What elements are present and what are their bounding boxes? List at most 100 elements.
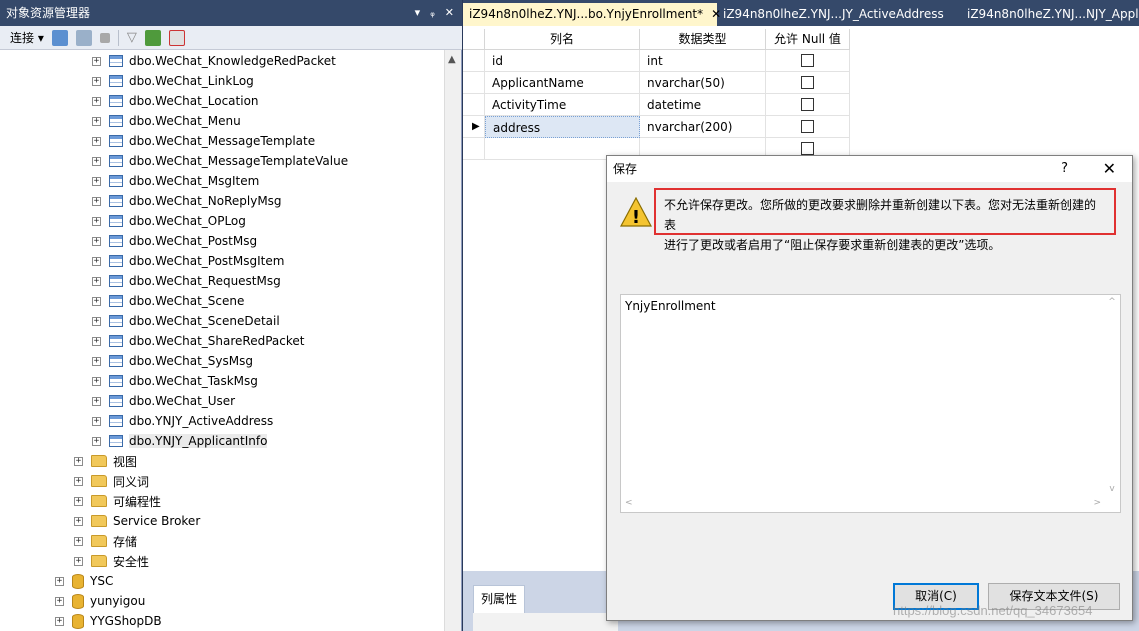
- allow-nulls-checkbox[interactable]: [801, 120, 814, 133]
- data-type-cell[interactable]: nvarchar(200): [640, 116, 766, 138]
- expand-icon[interactable]: +: [92, 356, 101, 366]
- expand-icon[interactable]: +: [92, 256, 101, 266]
- close-dialog-button[interactable]: ✕: [1103, 156, 1116, 182]
- column-row[interactable]: ▶ address nvarchar(200): [463, 116, 850, 138]
- row-selector[interactable]: [463, 50, 485, 72]
- expand-icon[interactable]: +: [92, 376, 101, 386]
- scroll-down-icon[interactable]: v: [1104, 484, 1120, 494]
- scroll-up-icon[interactable]: ^: [1104, 297, 1120, 307]
- tree-node-table[interactable]: + dbo.WeChat_PostMsgItem: [92, 251, 284, 271]
- help-button[interactable]: ?: [1061, 156, 1068, 182]
- tree-node-folder[interactable]: + 可编程性: [74, 491, 161, 511]
- column-name-cell[interactable]: id: [485, 50, 640, 72]
- tree-node-table[interactable]: + dbo.WeChat_OPLog: [92, 211, 246, 231]
- expand-icon[interactable]: +: [92, 216, 101, 226]
- allow-nulls-checkbox[interactable]: [801, 54, 814, 67]
- tree-node-folder[interactable]: + 存储: [74, 531, 137, 551]
- pin-icon[interactable]: ᵩ: [430, 0, 435, 26]
- expand-icon[interactable]: +: [92, 236, 101, 246]
- refresh-icon[interactable]: [144, 29, 161, 46]
- allow-nulls-checkbox[interactable]: [801, 142, 814, 155]
- expand-icon[interactable]: +: [92, 196, 101, 206]
- filter-icon[interactable]: ▽: [127, 30, 137, 45]
- expand-icon[interactable]: +: [92, 296, 101, 306]
- tree-node-table[interactable]: + dbo.WeChat_ShareRedPacket: [92, 331, 304, 351]
- expand-icon[interactable]: +: [92, 96, 101, 106]
- tree-node-folder[interactable]: + 安全性: [74, 551, 149, 571]
- tree-node-table[interactable]: + dbo.WeChat_Location: [92, 91, 259, 111]
- allow-nulls-checkbox[interactable]: [801, 76, 814, 89]
- disconnect-icon[interactable]: [75, 29, 92, 46]
- tree-node-table[interactable]: + dbo.WeChat_KnowledgeRedPacket: [92, 51, 336, 71]
- tree-node-table[interactable]: + dbo.WeChat_MessageTemplate: [92, 131, 315, 151]
- data-type-cell[interactable]: int: [640, 50, 766, 72]
- column-name-cell[interactable]: address: [485, 116, 640, 138]
- tree-node-folder[interactable]: + 视图: [74, 451, 137, 471]
- expand-icon[interactable]: +: [92, 56, 101, 66]
- column-row[interactable]: id int: [463, 50, 850, 72]
- expand-icon[interactable]: +: [92, 116, 101, 126]
- tab-applicant-info[interactable]: iZ94n8n0lheZ.YNJ...NJY_Applic: [961, 3, 1139, 26]
- allow-nulls-checkbox[interactable]: [801, 98, 814, 111]
- column-name-cell[interactable]: ActivityTime: [485, 94, 640, 116]
- tree-node-database[interactable]: + yunyigou: [55, 591, 145, 611]
- tab-ynjy-enrollment[interactable]: iZ94n8n0lheZ.YNJ...bo.YnjyEnrollment* ✕: [463, 3, 721, 26]
- column-row[interactable]: ActivityTime datetime: [463, 94, 850, 116]
- tree-node-table[interactable]: + dbo.WeChat_NoReplyMsg: [92, 191, 282, 211]
- expand-icon[interactable]: +: [92, 276, 101, 286]
- tree-node-table[interactable]: + dbo.WeChat_MsgItem: [92, 171, 259, 191]
- row-selector[interactable]: [463, 94, 485, 116]
- column-row[interactable]: ApplicantName nvarchar(50): [463, 72, 850, 94]
- expand-icon[interactable]: +: [92, 76, 101, 86]
- expand-icon[interactable]: +: [92, 416, 101, 426]
- expand-icon[interactable]: +: [74, 496, 83, 506]
- tree-node-table[interactable]: + dbo.WeChat_MessageTemplateValue: [92, 151, 348, 171]
- row-selector[interactable]: [463, 72, 485, 94]
- expand-icon[interactable]: +: [74, 516, 83, 526]
- column-name-cell[interactable]: ApplicantName: [485, 72, 640, 94]
- tree-node-table[interactable]: + dbo.WeChat_TaskMsg: [92, 371, 258, 391]
- tree-node-table[interactable]: + dbo.WeChat_SceneDetail: [92, 311, 280, 331]
- expand-icon[interactable]: +: [55, 596, 64, 606]
- tree-node-table[interactable]: + dbo.WeChat_Menu: [92, 111, 241, 131]
- expand-icon[interactable]: +: [74, 476, 83, 486]
- close-panel-icon[interactable]: ✕: [445, 0, 454, 26]
- tree-node-table[interactable]: + dbo.WeChat_RequestMsg: [92, 271, 281, 291]
- expand-icon[interactable]: +: [92, 136, 101, 146]
- expand-icon[interactable]: +: [92, 316, 101, 326]
- tree-node-table[interactable]: + dbo.WeChat_Scene: [92, 291, 244, 311]
- tree-node-table[interactable]: + dbo.WeChat_PostMsg: [92, 231, 257, 251]
- expand-icon[interactable]: +: [74, 556, 83, 566]
- activity-monitor-icon[interactable]: [168, 29, 185, 46]
- scroll-left-icon[interactable]: <: [625, 498, 633, 508]
- tab-active-address[interactable]: iZ94n8n0lheZ.YNJ...JY_ActiveAddress: [717, 3, 961, 26]
- data-type-cell[interactable]: datetime: [640, 94, 766, 116]
- tree-node-table[interactable]: + dbo.WeChat_User: [92, 391, 235, 411]
- list-horizontal-scrollbar[interactable]: < >: [621, 498, 1105, 512]
- tree-node-table[interactable]: + dbo.WeChat_LinkLog: [92, 71, 254, 91]
- expand-icon[interactable]: +: [92, 436, 101, 446]
- expand-icon[interactable]: +: [55, 576, 64, 586]
- expand-icon[interactable]: +: [92, 176, 101, 186]
- column-properties-tab[interactable]: 列属性: [473, 585, 525, 613]
- affected-tables-list[interactable]: YnjyEnrollment ^ v < >: [620, 294, 1121, 513]
- scroll-right-icon[interactable]: >: [1093, 498, 1101, 508]
- data-type-cell[interactable]: nvarchar(50): [640, 72, 766, 94]
- tree-node-database[interactable]: + YYGShopDB: [55, 611, 162, 631]
- connect-button[interactable]: 连接 ▾: [10, 29, 44, 46]
- list-vertical-scrollbar[interactable]: ^ v: [1104, 295, 1120, 512]
- expand-icon[interactable]: +: [74, 536, 83, 546]
- expand-icon[interactable]: +: [74, 456, 83, 466]
- row-selector[interactable]: [463, 138, 485, 160]
- scroll-up-icon[interactable]: ▲: [448, 54, 456, 65]
- connect-object-explorer-icon[interactable]: [51, 29, 68, 46]
- tree-node-database[interactable]: + YSC: [55, 571, 113, 591]
- tree-vertical-scrollbar[interactable]: ▲: [444, 50, 461, 631]
- expand-icon[interactable]: +: [92, 336, 101, 346]
- expand-icon[interactable]: +: [55, 616, 64, 626]
- tree-node-folder[interactable]: + Service Broker: [74, 511, 200, 531]
- tree-node-folder[interactable]: + 同义词: [74, 471, 149, 491]
- row-selector[interactable]: ▶: [463, 116, 485, 138]
- tree-node-table[interactable]: + dbo.WeChat_SysMsg: [92, 351, 253, 371]
- expand-icon[interactable]: +: [92, 156, 101, 166]
